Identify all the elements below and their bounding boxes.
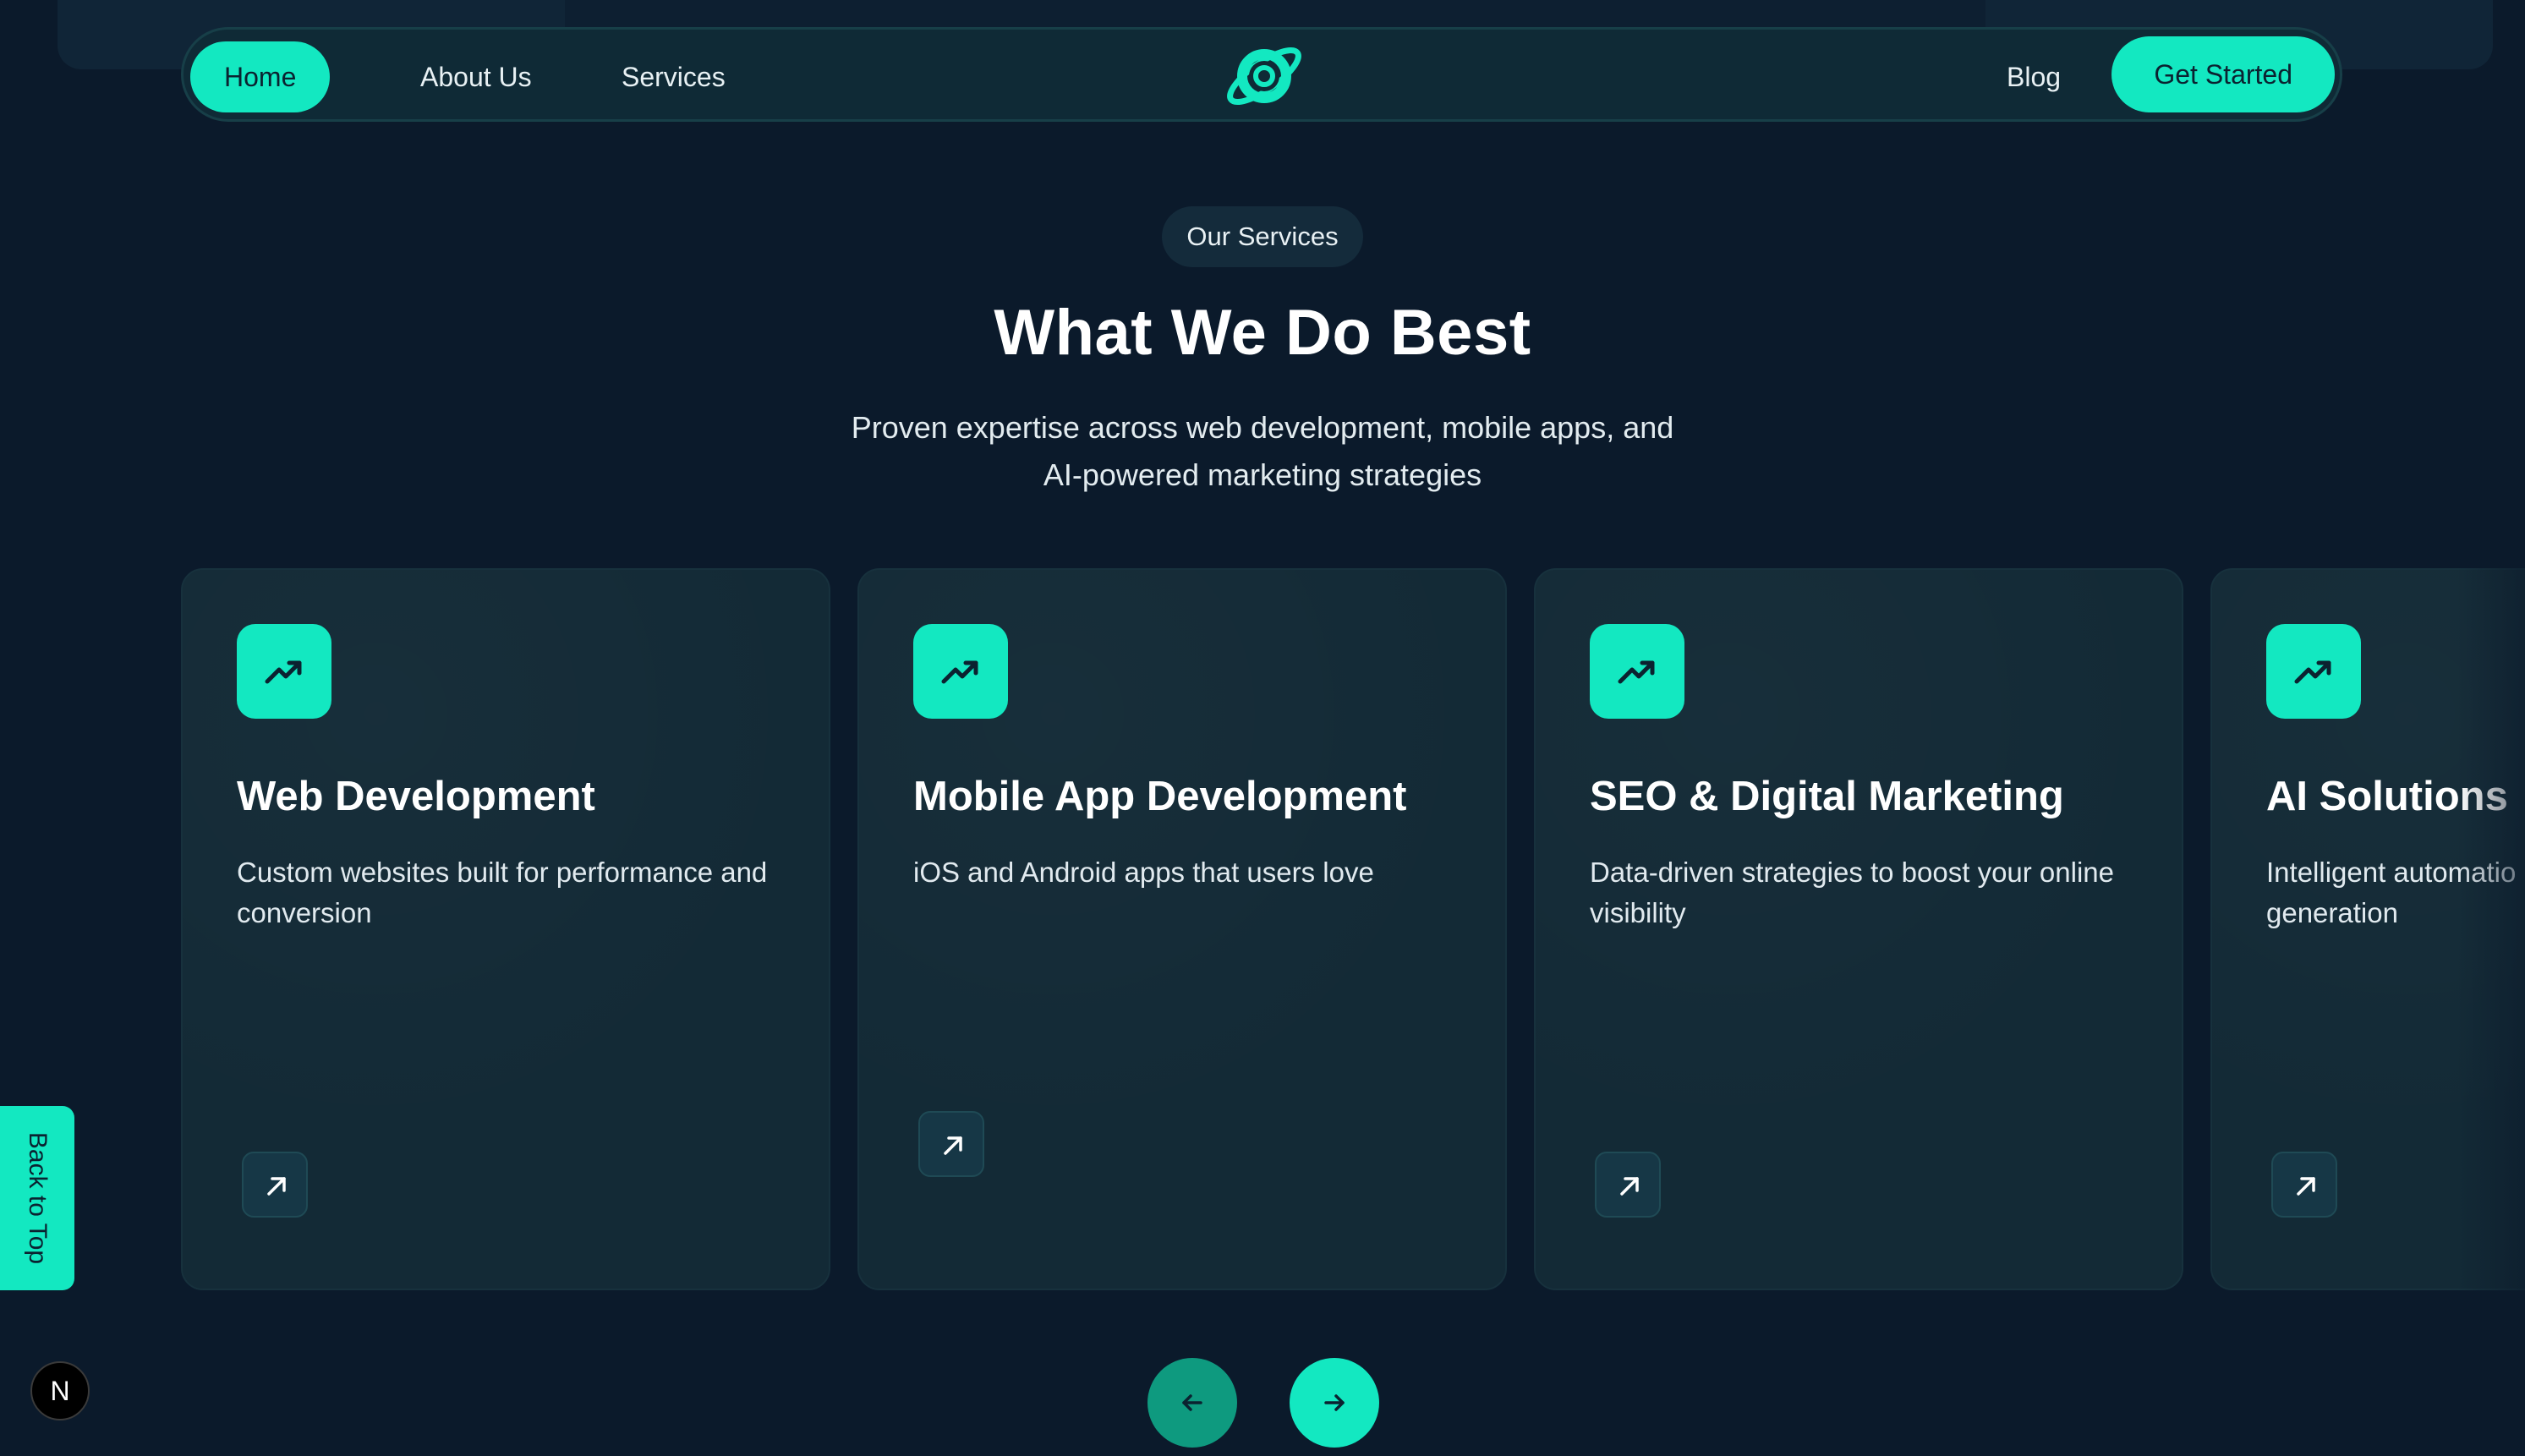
nav-services[interactable]: Services xyxy=(588,41,759,112)
arrow-up-right-icon[interactable] xyxy=(2271,1152,2337,1218)
nav-home[interactable]: Home xyxy=(190,41,331,112)
service-card[interactable]: SEO & Digital Marketing Data-driven stra… xyxy=(1534,568,2183,1290)
carousel-next-button[interactable] xyxy=(1290,1358,1379,1448)
service-card-title: SEO & Digital Marketing xyxy=(1590,774,2064,819)
service-card[interactable]: Web Development Custom websites built fo… xyxy=(181,568,830,1290)
arrow-up-right-icon[interactable] xyxy=(918,1111,984,1177)
nav-about-us[interactable]: About Us xyxy=(386,41,566,112)
section-subtitle: Proven expertise across web development,… xyxy=(755,404,1770,499)
service-card[interactable]: Mobile App Development iOS and Android a… xyxy=(857,568,1507,1290)
trending-up-icon xyxy=(2266,624,2361,719)
page: Home About Us Services Blog Get Started … xyxy=(0,0,2525,1456)
carousel-edge-fade xyxy=(2457,568,2525,1290)
trending-up-icon xyxy=(237,624,331,719)
carousel-prev-button[interactable] xyxy=(1147,1358,1237,1448)
service-card-description: Data-driven strategies to boost your onl… xyxy=(1590,857,2115,928)
main-nav: Home About Us Services Blog Get Started xyxy=(181,27,2342,122)
framework-badge[interactable]: N xyxy=(30,1361,90,1420)
service-card-description: Custom websites built for performance an… xyxy=(237,857,768,928)
arrow-left-icon xyxy=(1182,1394,1202,1411)
trending-up-icon xyxy=(1590,624,1684,719)
planet-logo-icon[interactable] xyxy=(1222,38,1306,114)
get-started-button[interactable]: Get Started xyxy=(2111,36,2335,112)
back-to-top-label: Back to Top xyxy=(24,1131,52,1265)
service-card-title: Web Development xyxy=(237,774,595,819)
subtitle-line-1: Proven expertise across web development,… xyxy=(851,410,1674,445)
trending-up-icon xyxy=(913,624,1008,719)
arrow-right-icon xyxy=(1324,1394,1345,1411)
service-card-title: Mobile App Development xyxy=(913,774,1407,819)
back-to-top-button[interactable]: Back to Top xyxy=(0,1106,74,1290)
arrow-up-right-icon[interactable] xyxy=(242,1152,308,1218)
subtitle-line-2: AI-powered marketing strategies xyxy=(1043,457,1482,492)
section-title: What We Do Best xyxy=(994,297,1531,369)
nav-blog[interactable]: Blog xyxy=(1973,41,2095,112)
arrow-up-right-icon[interactable] xyxy=(1595,1152,1661,1218)
section-eyebrow: Our Services xyxy=(1162,206,1363,267)
service-card-description: iOS and Android apps that users love xyxy=(913,857,1374,888)
